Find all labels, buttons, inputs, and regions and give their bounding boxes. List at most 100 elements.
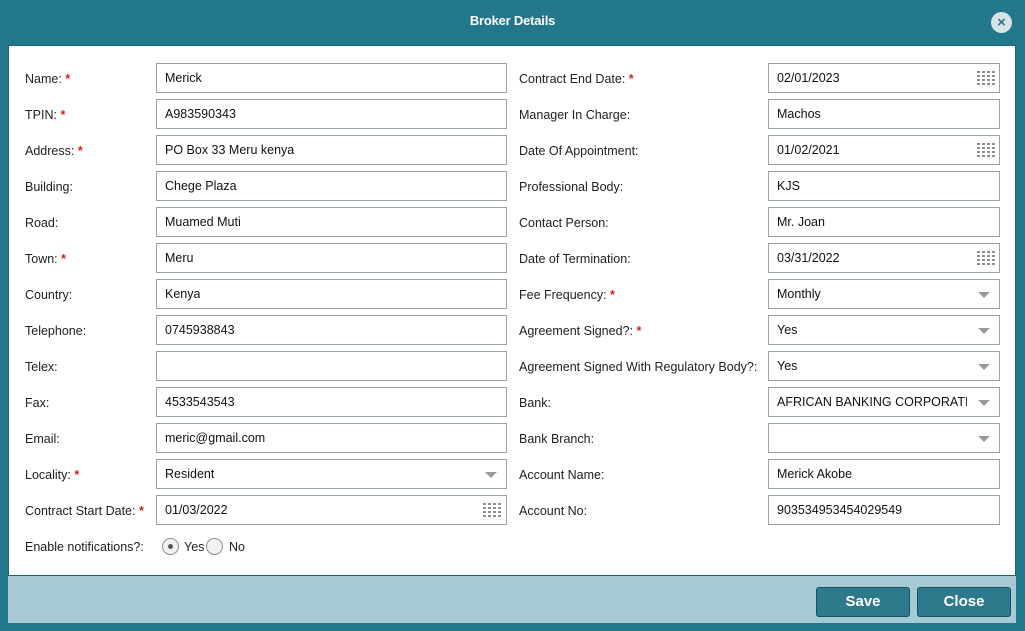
manager-value: Machos [777, 107, 821, 121]
required-marker: * [628, 72, 634, 86]
name-value: Merick [165, 71, 202, 85]
country-field[interactable]: Kenya [156, 279, 507, 309]
agreement-select[interactable]: Yes [768, 315, 1000, 345]
building-field[interactable]: Chege Plaza [156, 171, 507, 201]
locality-label: Locality: * [25, 468, 80, 482]
email-field[interactable]: meric@gmail.com [156, 423, 507, 453]
contact-field[interactable]: Mr. Joan [768, 207, 1000, 237]
road-value: Muamed Muti [165, 215, 241, 229]
account-name-value: Merick Akobe [777, 467, 853, 481]
bank-select[interactable]: AFRICAN BANKING CORPORATIC [768, 387, 1000, 417]
appointment-label: Date Of Appointment: [519, 144, 639, 158]
building-value: Chege Plaza [165, 179, 237, 193]
road-label: Road: [25, 216, 59, 230]
tpin-label: TPIN: * [25, 108, 66, 122]
telephone-label: Telephone: [25, 324, 87, 338]
bank-label: Bank: [519, 396, 551, 410]
telephone-field[interactable]: 0745938843 [156, 315, 507, 345]
country-label: Country: [25, 288, 73, 302]
fax-value: 4533543543 [165, 395, 235, 409]
notifications-no-radio[interactable] [206, 538, 223, 555]
prof-body-field[interactable]: KJS [768, 171, 1000, 201]
calendar-icon[interactable] [977, 250, 995, 266]
fee-frequency-select[interactable]: Monthly [768, 279, 1000, 309]
address-label: Address: * [25, 144, 83, 158]
prof-body-value: KJS [777, 179, 800, 193]
name-field[interactable]: Merick [156, 63, 507, 93]
required-marker: * [74, 468, 80, 482]
contract-start-date-field[interactable]: 01/03/2022 [156, 495, 507, 525]
bank-value: AFRICAN BANKING CORPORATIC [777, 395, 967, 409]
country-value: Kenya [165, 287, 201, 301]
building-label: Building: [25, 180, 73, 194]
required-marker: * [61, 252, 67, 266]
notifications-label: Enable notifications?: [25, 540, 144, 554]
contact-value: Mr. Joan [777, 215, 825, 229]
contract-end-label: Contract End Date: * [519, 72, 634, 86]
chevron-down-icon [485, 472, 497, 478]
manager-field[interactable]: Machos [768, 99, 1000, 129]
email-label: Email: [25, 432, 60, 446]
town-label: Town: * [25, 252, 67, 266]
road-field[interactable]: Muamed Muti [156, 207, 507, 237]
required-marker: * [610, 288, 615, 302]
fax-field[interactable]: 4533543543 [156, 387, 507, 417]
close-button[interactable]: Close [917, 587, 1011, 617]
agreement-regulatory-select[interactable]: Yes [768, 351, 1000, 381]
required-marker: * [65, 72, 71, 86]
bank-branch-label: Bank Branch: [519, 432, 595, 446]
locality-value: Resident [165, 467, 215, 481]
account-no-label: Account No: [519, 504, 588, 518]
calendar-icon[interactable] [483, 502, 501, 518]
notifications-yes-label: Yes [184, 540, 205, 554]
chevron-down-icon [978, 328, 990, 334]
close-icon[interactable]: × [991, 12, 1012, 33]
telex-field[interactable] [156, 351, 507, 381]
manager-label: Manager In Charge: [519, 108, 631, 122]
termination-date-field[interactable]: 03/31/2022 [768, 243, 1000, 273]
telephone-value: 0745938843 [165, 323, 235, 337]
contract-end-value: 02/01/2023 [777, 71, 840, 85]
dialog-titlebar: Broker Details × [0, 0, 1025, 44]
chevron-down-icon [978, 292, 990, 298]
fax-label: Fax: [25, 396, 50, 410]
notifications-no-label: No [229, 540, 245, 554]
town-field[interactable]: Meru [156, 243, 507, 273]
chevron-down-icon [978, 436, 990, 442]
address-field[interactable]: PO Box 33 Meru kenya [156, 135, 507, 165]
termination-value: 03/31/2022 [777, 251, 840, 265]
account-name-field[interactable]: Merick Akobe [768, 459, 1000, 489]
town-value: Meru [165, 251, 194, 265]
calendar-icon[interactable] [977, 142, 995, 158]
broker-details-dialog: Broker Details × Name: * Merick TPIN: * … [0, 0, 1025, 631]
locality-select[interactable]: Resident [156, 459, 507, 489]
appointment-value: 01/02/2021 [777, 143, 840, 157]
save-button[interactable]: Save [816, 587, 910, 617]
fee-frequency-value: Monthly [777, 287, 821, 301]
required-marker: * [636, 324, 642, 338]
agreement-value: Yes [777, 323, 798, 337]
chevron-down-icon [978, 364, 990, 370]
agreement-label: Agreement Signed?: * [519, 324, 642, 338]
account-no-field[interactable]: 903534953454029549 [768, 495, 1000, 525]
agreement-regulatory-label: Agreement Signed With Regulatory Body?: [519, 360, 758, 374]
email-value: meric@gmail.com [165, 431, 266, 445]
tpin-value: A983590343 [165, 107, 236, 121]
agreement-regulatory-value: Yes [777, 359, 798, 373]
calendar-icon[interactable] [977, 70, 995, 86]
required-marker: * [138, 504, 144, 518]
name-label: Name: * [25, 72, 71, 86]
appointment-date-field[interactable]: 01/02/2021 [768, 135, 1000, 165]
contract-start-value: 01/03/2022 [165, 503, 228, 517]
contract-end-date-field[interactable]: 02/01/2023 [768, 63, 1000, 93]
required-marker: * [60, 108, 66, 122]
bank-branch-select[interactable] [768, 423, 1000, 453]
fee-frequency-label: Fee Frequency: * [519, 288, 615, 302]
chevron-down-icon [978, 400, 990, 406]
notifications-yes-radio[interactable] [162, 538, 179, 555]
address-value: PO Box 33 Meru kenya [165, 143, 295, 157]
termination-label: Date of Termination: [519, 252, 631, 266]
dialog-title: Broker Details [469, 13, 556, 28]
tpin-field[interactable]: A983590343 [156, 99, 507, 129]
telex-label: Telex: [25, 360, 58, 374]
